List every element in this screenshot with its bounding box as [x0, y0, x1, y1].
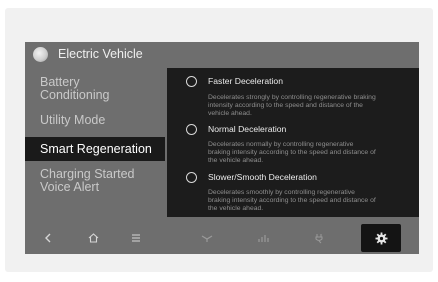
home-button[interactable]: [85, 230, 101, 246]
option-slower-smooth-deceleration[interactable]: Slower/Smooth Deceleration Decelerates s…: [167, 170, 419, 214]
ev-settings-screen: Electric Vehicle Battery Conditioning Ut…: [25, 42, 419, 254]
menu-item-battery-conditioning[interactable]: Battery Conditioning: [25, 74, 165, 104]
description-line: Decelerates normally by controlling rege…: [208, 141, 354, 148]
page-title: Electric Vehicle: [58, 47, 143, 61]
charging-plug-icon: [315, 234, 322, 244]
energy-info-button[interactable]: [255, 230, 271, 246]
menu-item-smart-regeneration[interactable]: Smart Regeneration: [25, 137, 165, 161]
option-title: Faster Deceleration: [208, 76, 283, 86]
back-chevron-icon: [45, 233, 51, 243]
menu-item-charging-started-voice-alert[interactable]: Charging Started Voice Alert: [25, 166, 165, 196]
option-description: Decelerates normally by controlling rege…: [208, 141, 419, 165]
menu-item-label-line2: Voice Alert: [40, 180, 100, 194]
screen-header: Electric Vehicle: [25, 42, 419, 68]
description-line: Decelerates strongly by controlling rege…: [208, 94, 376, 101]
menu-item-label: Smart Regeneration: [40, 142, 152, 156]
option-title: Normal Deceleration: [208, 124, 287, 134]
menu-item-label-line1: Battery: [40, 75, 80, 89]
option-faster-deceleration[interactable]: Faster Deceleration Decelerates strongly…: [167, 74, 419, 118]
description-line: the vehicle ahead.: [208, 205, 264, 212]
energy-chart-icon: [258, 235, 269, 242]
radio-button[interactable]: [186, 172, 197, 183]
ev-logo-icon: [33, 47, 48, 62]
menu-button[interactable]: [129, 230, 143, 246]
radio-button[interactable]: [186, 76, 197, 87]
menu-item-label-line1: Charging Started: [40, 167, 135, 181]
description-line: braking intensity according to the speed…: [208, 149, 376, 156]
option-normal-deceleration[interactable]: Normal Deceleration Decelerates normally…: [167, 122, 419, 166]
description-line: the vehicle ahead.: [208, 157, 264, 164]
menu-item-label-line2: Conditioning: [40, 88, 110, 102]
description-line: vehicle ahead.: [208, 110, 252, 117]
drive-mode-button[interactable]: [198, 230, 216, 246]
regeneration-options-panel: Faster Deceleration Decelerates strongly…: [167, 68, 419, 217]
charging-button[interactable]: [311, 230, 327, 246]
option-description: Decelerates smoothly by controlling rege…: [208, 189, 419, 213]
description-line: braking intensity according to the speed…: [208, 197, 376, 204]
home-icon: [88, 233, 98, 243]
option-title: Slower/Smooth Deceleration: [208, 172, 317, 182]
gear-icon: [375, 232, 387, 244]
menu-item-utility-mode[interactable]: Utility Mode: [25, 112, 165, 128]
settings-button[interactable]: [361, 224, 401, 252]
option-description: Decelerates strongly by controlling rege…: [208, 94, 419, 118]
bottom-navigation-bar: [25, 222, 419, 254]
drive-mode-icon: [201, 235, 213, 242]
menu-item-label: Utility Mode: [40, 113, 106, 127]
description-line: intensity according to the speed and dis…: [208, 102, 363, 109]
back-button[interactable]: [41, 230, 55, 246]
list-menu-icon: [132, 234, 140, 242]
description-line: Decelerates smoothly by controlling rege…: [208, 189, 355, 196]
radio-button[interactable]: [186, 124, 197, 135]
